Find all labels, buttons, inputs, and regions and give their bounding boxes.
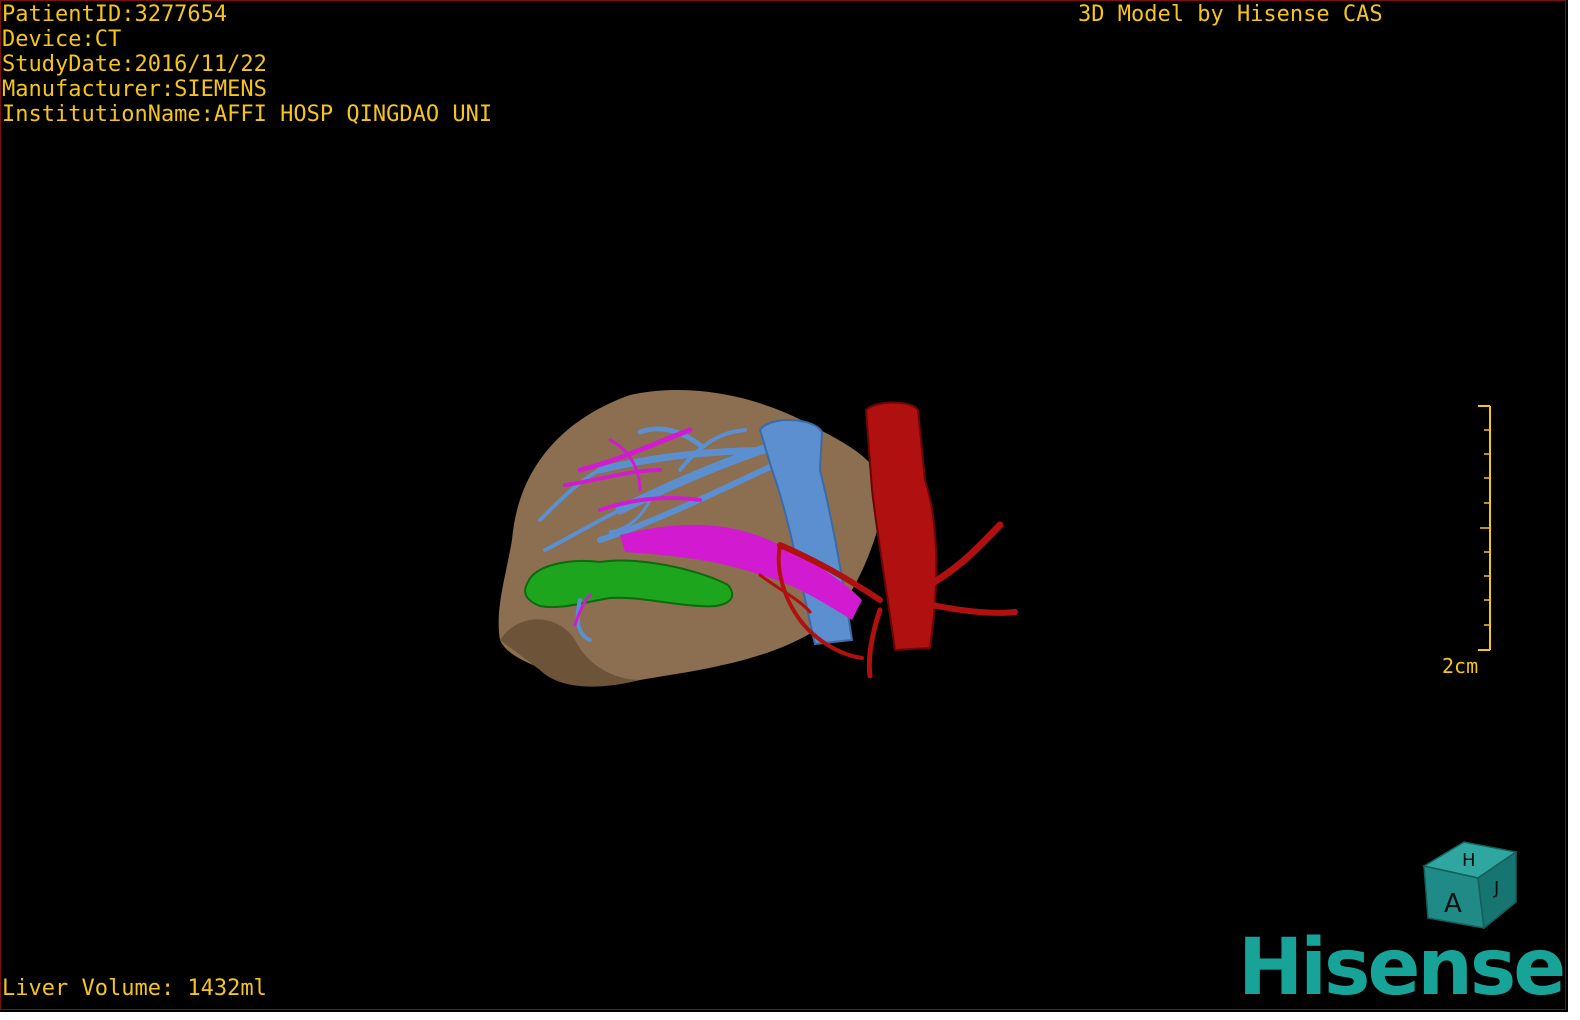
patient-info-overlay: PatientID:3277654 Device:CT StudyDate:20… <box>2 2 492 127</box>
device: Device:CT <box>2 27 122 52</box>
liver-volume: Liver Volume: 1432ml <box>2 976 267 1001</box>
cube-front-label: A <box>1444 889 1462 919</box>
cube-side-label: J <box>1493 878 1499 899</box>
institution-name: InstitutionName:AFFI HOSP QINGDAO UNI <box>2 102 493 127</box>
window-edge-right <box>1568 0 1580 1020</box>
scale-label: 2cm <box>1442 654 1479 678</box>
hisense-logo: Hisense <box>1238 923 1566 1013</box>
study-date: StudyDate:2016/11/22 <box>2 52 267 77</box>
manufacturer: Manufacturer:SIEMENS <box>2 77 267 102</box>
model-title: 3D Model by Hisense CAS <box>1078 2 1383 27</box>
window-edge-bottom <box>0 1012 1580 1020</box>
scale-bar <box>1478 405 1491 651</box>
orientation-cube[interactable]: H A J <box>1412 832 1522 932</box>
cube-top-label: H <box>1462 850 1476 871</box>
patient-id: PatientID:3277654 <box>2 2 228 27</box>
3d-model-view[interactable] <box>0 0 1566 1010</box>
